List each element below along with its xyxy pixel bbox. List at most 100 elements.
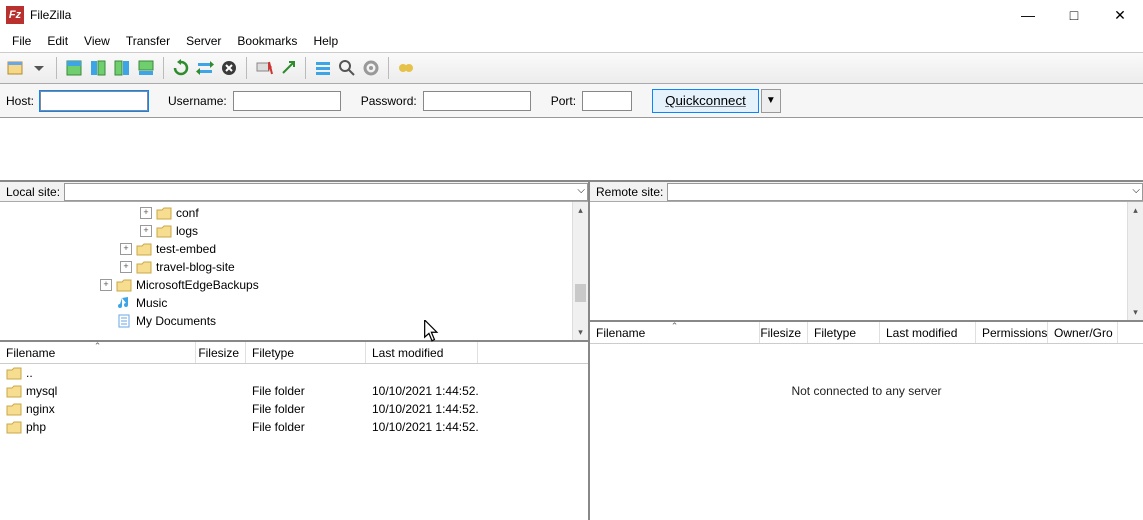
list-row[interactable]: mysqlFile folder10/10/2021 1:44:52...	[0, 382, 588, 400]
maximize-button[interactable]: □	[1051, 0, 1097, 30]
search-icon[interactable]	[336, 57, 358, 79]
column-header-permissions[interactable]: Permissions	[976, 322, 1048, 343]
port-input[interactable]	[582, 91, 632, 111]
menu-file[interactable]: File	[4, 32, 39, 50]
message-log-pane[interactable]	[0, 118, 1143, 182]
folder-icon	[136, 260, 152, 274]
tree-expando[interactable]: +	[120, 243, 132, 255]
tree-expando[interactable]: +	[140, 225, 152, 237]
host-input[interactable]	[40, 91, 148, 111]
quickconnect-history-dropdown[interactable]: ▼	[761, 89, 781, 113]
compare-icon[interactable]	[360, 57, 382, 79]
folder-icon	[6, 384, 22, 398]
username-input[interactable]	[233, 91, 341, 111]
menu-server[interactable]: Server	[178, 32, 229, 50]
modified-cell: 10/10/2021 1:44:52...	[366, 402, 478, 416]
modified-cell: 10/10/2021 1:44:52...	[366, 420, 478, 434]
refresh-icon[interactable]	[170, 57, 192, 79]
cancel-icon[interactable]	[218, 57, 240, 79]
tree-item[interactable]: + conf	[0, 204, 588, 222]
toggle-queue-icon[interactable]	[135, 57, 157, 79]
local-site-combo[interactable]: ⌵	[64, 183, 588, 201]
remote-site-label: Remote site:	[590, 185, 667, 199]
local-file-list[interactable]: Filename⌃FilesizeFiletypeLast modified .…	[0, 342, 588, 520]
tree-expando[interactable]: +	[140, 207, 152, 219]
tree-item[interactable]: +travel-blog-site	[0, 258, 588, 276]
folder-icon	[6, 366, 22, 380]
toggle-log-icon[interactable]	[63, 57, 85, 79]
tree-item[interactable]: My Documents	[0, 312, 588, 330]
remote-tree-scrollbar[interactable]: ▴ ▾	[1127, 202, 1143, 320]
minimize-button[interactable]: ―	[1005, 0, 1051, 30]
filename-cell: php	[26, 420, 46, 434]
folder-icon	[136, 242, 152, 256]
filetype-cell: File folder	[246, 402, 366, 416]
folder-icon	[156, 206, 172, 220]
folder-icon	[116, 278, 132, 292]
menu-edit[interactable]: Edit	[39, 32, 76, 50]
filetype-cell: File folder	[246, 420, 366, 434]
remote-tree-pane[interactable]: ▴ ▾	[590, 202, 1143, 322]
toggle-local-tree-icon[interactable]	[87, 57, 109, 79]
list-row[interactable]: php File folder10/10/2021 1:44:52...	[0, 418, 588, 436]
close-button[interactable]: ✕	[1097, 0, 1143, 30]
tree-item[interactable]: +MicrosoftEdgeBackups	[0, 276, 588, 294]
chevron-down-icon: ⌵	[577, 185, 585, 196]
music-icon	[116, 296, 132, 310]
sort-indicator-icon: ⌃	[94, 342, 102, 352]
column-header-filesize[interactable]: Filesize	[196, 342, 246, 363]
column-header-last-modified[interactable]: Last modified	[880, 322, 976, 343]
filename-cell: ..	[26, 366, 33, 380]
menu-help[interactable]: Help	[305, 32, 346, 50]
tree-item[interactable]: + test-embed	[0, 240, 588, 258]
app-icon: Fz	[6, 6, 24, 24]
tree-expando[interactable]: +	[100, 279, 112, 291]
process-queue-icon[interactable]	[194, 57, 216, 79]
column-header-filename[interactable]: Filename⌃	[0, 342, 196, 363]
dropdown-icon[interactable]	[28, 57, 50, 79]
remote-empty-message: Not connected to any server	[590, 344, 1143, 398]
menu-bookmarks[interactable]: Bookmarks	[229, 32, 305, 50]
host-label: Host:	[6, 94, 34, 108]
password-label: Password:	[361, 94, 417, 108]
tree-item-label: test-embed	[156, 242, 216, 256]
site-manager-icon[interactable]	[4, 57, 26, 79]
sync-browse-icon[interactable]	[395, 57, 417, 79]
disconnect-icon[interactable]	[253, 57, 275, 79]
local-site-label: Local site:	[0, 185, 64, 199]
folder-icon	[6, 402, 22, 416]
chevron-down-icon: ⌵	[1132, 185, 1140, 196]
remote-file-list[interactable]: Filename⌃FilesizeFiletypeLast modifiedPe…	[590, 322, 1143, 520]
filename-cell: mysql	[26, 384, 57, 398]
column-header-filetype[interactable]: Filetype	[808, 322, 880, 343]
password-input[interactable]	[423, 91, 531, 111]
tree-item-label: conf	[176, 206, 199, 220]
reconnect-icon[interactable]	[277, 57, 299, 79]
menu-transfer[interactable]: Transfer	[118, 32, 178, 50]
filter-icon[interactable]	[312, 57, 334, 79]
toggle-remote-tree-icon[interactable]	[111, 57, 133, 79]
local-tree-pane[interactable]: +conf+logs+test-embed+travel-blog-site+M…	[0, 202, 588, 342]
column-header-filesize[interactable]: Filesize	[760, 322, 808, 343]
folder-icon	[156, 224, 172, 238]
column-header-filetype[interactable]: Filetype	[246, 342, 366, 363]
folder-icon	[6, 420, 22, 434]
quickconnect-button[interactable]: Quickconnect	[652, 89, 759, 113]
modified-cell: 10/10/2021 1:44:52...	[366, 384, 478, 398]
tree-item-label: My Documents	[136, 314, 216, 328]
list-row[interactable]: ..	[0, 364, 588, 382]
port-label: Port:	[551, 94, 576, 108]
tree-item-label: Music	[136, 296, 167, 310]
local-tree-scrollbar[interactable]: ▴ ▾	[572, 202, 588, 340]
window-title: FileZilla	[30, 8, 71, 22]
column-header-owner-gro[interactable]: Owner/Gro	[1048, 322, 1118, 343]
sort-indicator-icon: ⌃	[671, 322, 679, 332]
tree-expando[interactable]: +	[120, 261, 132, 273]
remote-site-combo[interactable]: ⌵	[667, 183, 1143, 201]
list-row[interactable]: nginxFile folder10/10/2021 1:44:52...	[0, 400, 588, 418]
menu-view[interactable]: View	[76, 32, 118, 50]
tree-item[interactable]: Music	[0, 294, 588, 312]
column-header-filename[interactable]: Filename⌃	[590, 322, 760, 343]
tree-item[interactable]: +logs	[0, 222, 588, 240]
column-header-last-modified[interactable]: Last modified	[366, 342, 478, 363]
